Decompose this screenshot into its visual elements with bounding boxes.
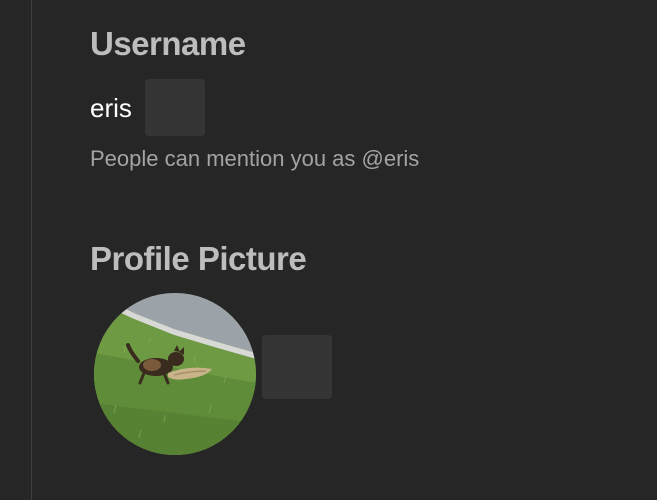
divider xyxy=(31,0,32,500)
profile-settings-page: Username eris People can mention you as … xyxy=(0,0,657,500)
avatar-image xyxy=(94,293,256,455)
edit-username-button[interactable] xyxy=(145,79,205,136)
username-value: eris xyxy=(90,93,132,123)
edit-profile-picture-button[interactable] xyxy=(262,335,332,399)
username-heading: Username xyxy=(90,25,246,62)
mention-hint: People can mention you as @eris xyxy=(90,146,420,171)
profile-picture-heading: Profile Picture xyxy=(90,240,307,277)
profile-picture-avatar[interactable] xyxy=(94,293,256,455)
